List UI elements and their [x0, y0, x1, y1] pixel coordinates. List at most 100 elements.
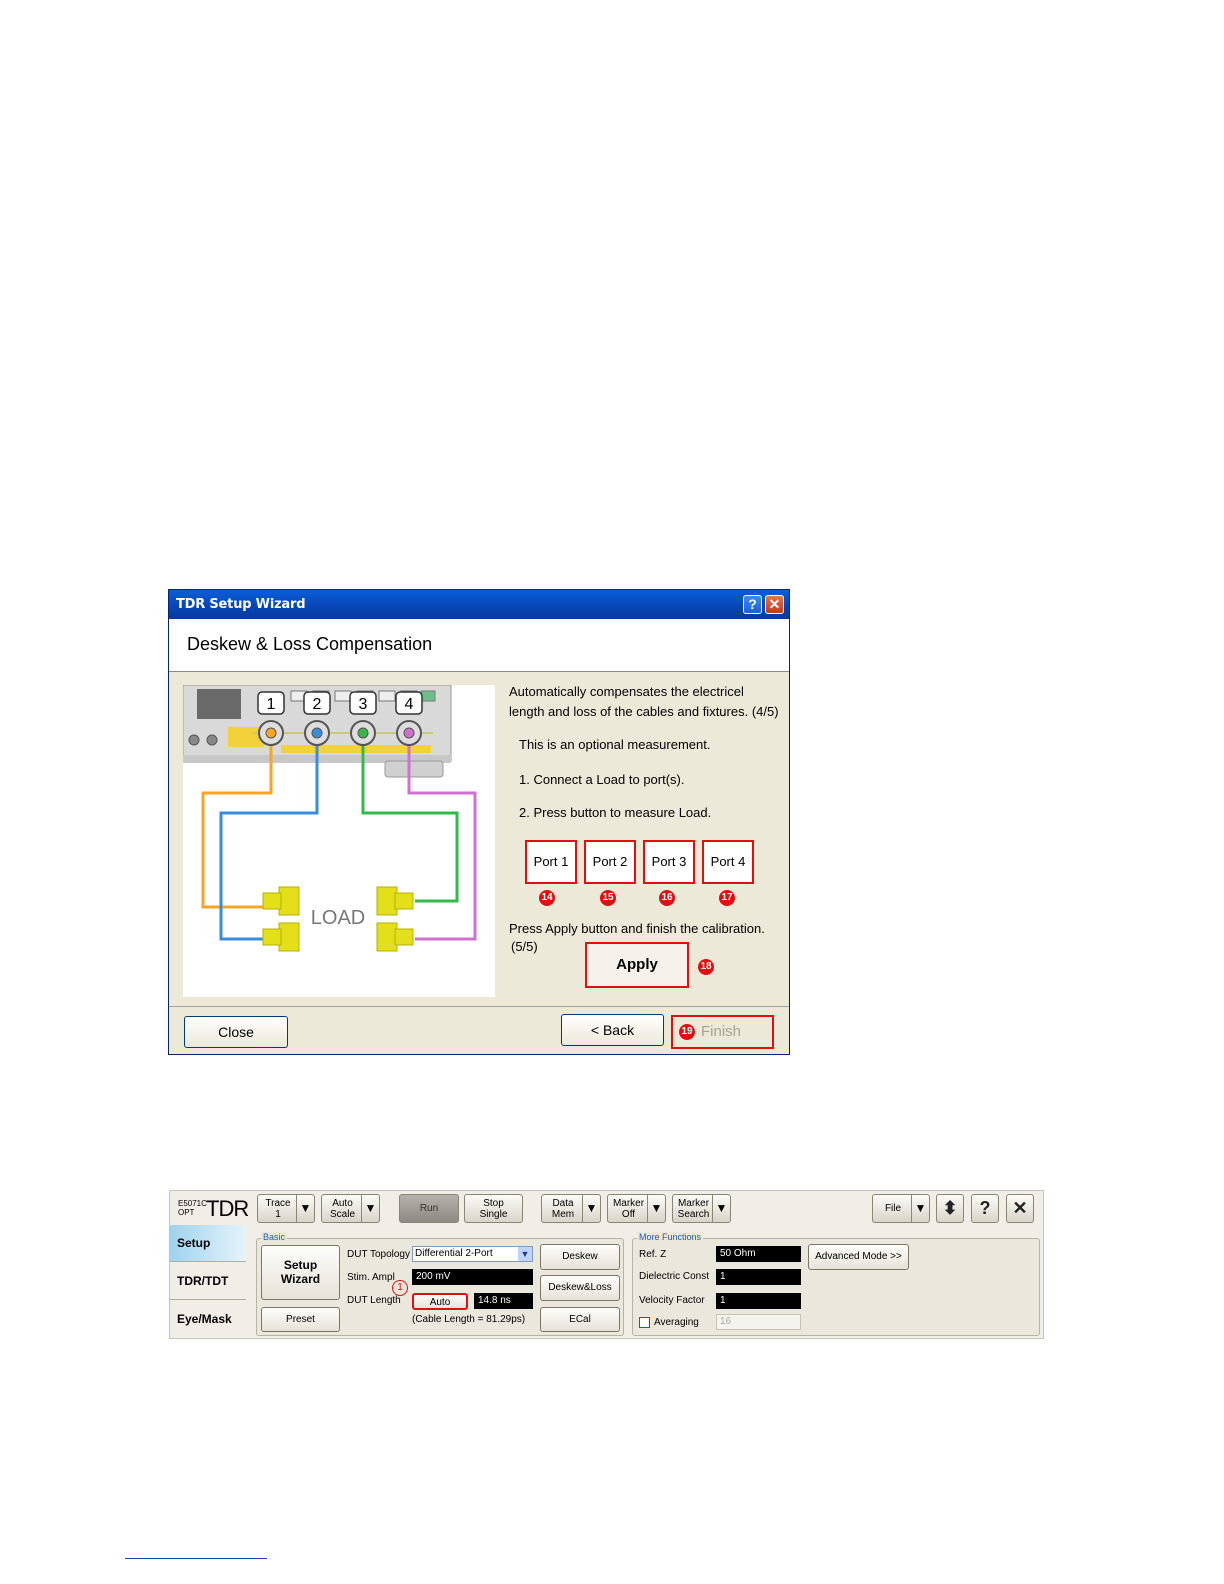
window-title: TDR Setup Wizard [176, 597, 306, 612]
finish-label: Finish [701, 1023, 742, 1040]
auto-scale-line-2: Scale [329, 1209, 355, 1220]
auto-scale-line-1: Auto [332, 1198, 353, 1209]
run-button[interactable]: Run [399, 1194, 459, 1223]
port-connector-3 [350, 720, 376, 746]
dut-topology-value: Differential 2-Port [415, 1248, 493, 1259]
port-number-4: 4 [405, 696, 414, 713]
advanced-mode-button[interactable]: Advanced Mode >> [808, 1244, 909, 1270]
tdr-logo: TDR [206, 1196, 249, 1221]
port-1-button[interactable]: Port 1 [525, 840, 577, 884]
close-button[interactable]: Close [184, 1016, 288, 1048]
load-label: LOAD [311, 907, 365, 929]
basic-group-label: Basic [261, 1232, 288, 1242]
back-button[interactable]: < Back [561, 1014, 664, 1046]
load-connector-4 [376, 922, 414, 952]
velocity-factor-field[interactable]: 1 [716, 1293, 801, 1309]
cable-length-note: (Cable Length = 81.29ps) [412, 1314, 526, 1325]
file-label: File [884, 1203, 902, 1214]
setup-wizard-line-2: Wizard [280, 1272, 321, 1286]
port-3-button[interactable]: Port 3 [643, 840, 695, 884]
intro-text: Automatically compensates the electricel… [509, 682, 779, 722]
stop-single-button[interactable]: Stop Single [464, 1194, 523, 1223]
ref-z-field[interactable]: 50 Ohm [716, 1246, 801, 1262]
panel-key [334, 690, 352, 702]
marker-search-button[interactable]: Marker Search ▼ [672, 1194, 731, 1223]
averaging-checkbox[interactable] [639, 1317, 650, 1328]
step-marker-16: 16 [659, 890, 675, 906]
port-number-box-3: 3 [349, 691, 377, 715]
averaging-value: 16 [720, 1316, 732, 1327]
tab-eye-mask[interactable]: Eye/Mask [170, 1301, 246, 1338]
step-marker-17: 17 [719, 890, 735, 906]
step-marker-19: 19 [679, 1024, 695, 1040]
port-connector-4 [396, 720, 422, 746]
stop-label: Stop [483, 1198, 504, 1209]
dut-length-field[interactable]: 14.8 ns [474, 1293, 533, 1309]
preset-button[interactable]: Preset [261, 1307, 340, 1332]
help-icon[interactable]: ? [971, 1194, 999, 1223]
deskew-button[interactable]: Deskew [540, 1244, 620, 1270]
dut-topology-label: DUT Topology [347, 1249, 410, 1260]
tdr-setup-wizard-dialog: TDR Setup Wizard ? ✕ Deskew & Loss Compe… [168, 589, 790, 1055]
port-number-1: 1 [267, 696, 276, 713]
dielectric-const-field[interactable]: 1 [716, 1269, 801, 1285]
port-number-box-1: 1 [257, 691, 285, 715]
title-bar[interactable]: TDR Setup Wizard ? ✕ [169, 590, 789, 619]
data-mem-button[interactable]: Data Mem ▼ [541, 1194, 601, 1223]
data-mem-line-2: Mem [551, 1209, 575, 1220]
auto-length-button[interactable]: Auto [412, 1293, 468, 1310]
velocity-factor-label: Velocity Factor [639, 1295, 705, 1306]
marker-off-line-1: Marker [612, 1198, 645, 1209]
tdr-control-panel: E5071C OPT TDR Trace 1 ▼ Auto Scale ▼ Run … [169, 1190, 1044, 1339]
finish-button[interactable]: 19 Finish [671, 1015, 774, 1049]
port-connector-2 [304, 720, 330, 746]
setup-wizard-button[interactable]: Setup Wizard [261, 1245, 340, 1300]
port-2-button[interactable]: Port 2 [584, 840, 636, 884]
front-knob-left [188, 734, 200, 746]
step-marker-15: 15 [600, 890, 616, 906]
help-button[interactable]: ? [743, 595, 762, 614]
close-icon[interactable]: ✕ [1006, 1194, 1034, 1223]
load-connector-2 [262, 922, 300, 952]
tab-setup[interactable]: Setup [170, 1225, 246, 1262]
connection-diagram-svg: 1 2 3 4 LOAD [182, 684, 477, 952]
apply-button[interactable]: Apply [585, 942, 689, 988]
data-mem-line-1: Data [552, 1198, 574, 1209]
instrument-display [197, 689, 241, 719]
chevron-down-icon[interactable]: ▼ [712, 1195, 730, 1222]
trace-button[interactable]: Trace 1 ▼ [257, 1194, 315, 1223]
footer-divider [169, 1006, 789, 1007]
close-window-button[interactable]: ✕ [765, 595, 784, 614]
dut-length-label: DUT Length [347, 1295, 401, 1306]
marker-off-button[interactable]: Marker Off ▼ [607, 1194, 666, 1223]
chevron-down-icon[interactable]: ▼ [296, 1195, 314, 1222]
file-button[interactable]: File ▼ [872, 1194, 930, 1223]
setup-wizard-line-1: Setup [283, 1258, 318, 1272]
chevron-down-icon[interactable]: ▼ [518, 1247, 532, 1261]
averaging-spinner[interactable]: 16 [716, 1314, 801, 1330]
deskew-loss-button[interactable]: Deskew&Loss [540, 1275, 620, 1301]
step-marker-14: 14 [539, 890, 555, 906]
dielectric-const-label: Dielectric Const [639, 1271, 710, 1282]
chevron-down-icon[interactable]: ▼ [582, 1195, 600, 1222]
port-connector-1 [258, 720, 284, 746]
panel-key-active [420, 690, 436, 702]
dut-topology-select[interactable]: Differential 2-Port ▼ [412, 1246, 533, 1262]
auto-scale-button[interactable]: Auto Scale ▼ [321, 1194, 380, 1223]
step-2: 2. Press button to measure Load. [519, 805, 712, 820]
chevron-down-icon[interactable]: ▼ [911, 1195, 929, 1222]
port-4-button[interactable]: Port 4 [702, 840, 754, 884]
stim-ampl-field[interactable]: 200 mV [412, 1269, 533, 1285]
page-title: Deskew & Loss Compensation [187, 634, 433, 654]
chevron-down-icon[interactable]: ▼ [647, 1195, 665, 1222]
chevron-down-icon[interactable]: ▼ [361, 1195, 379, 1222]
port-number-2: 2 [313, 696, 322, 713]
ref-z-label: Ref. Z [639, 1249, 667, 1260]
tab-tdr-tdt[interactable]: TDR/TDT [170, 1263, 246, 1300]
instrument-foot [384, 760, 444, 778]
ecal-button[interactable]: ECal [540, 1307, 620, 1332]
marker-search-line-2: Search [677, 1209, 710, 1220]
port-number-3: 3 [359, 696, 368, 713]
port-number-box-2: 2 [303, 691, 331, 715]
up-down-icon[interactable]: ⬍ [936, 1194, 964, 1223]
